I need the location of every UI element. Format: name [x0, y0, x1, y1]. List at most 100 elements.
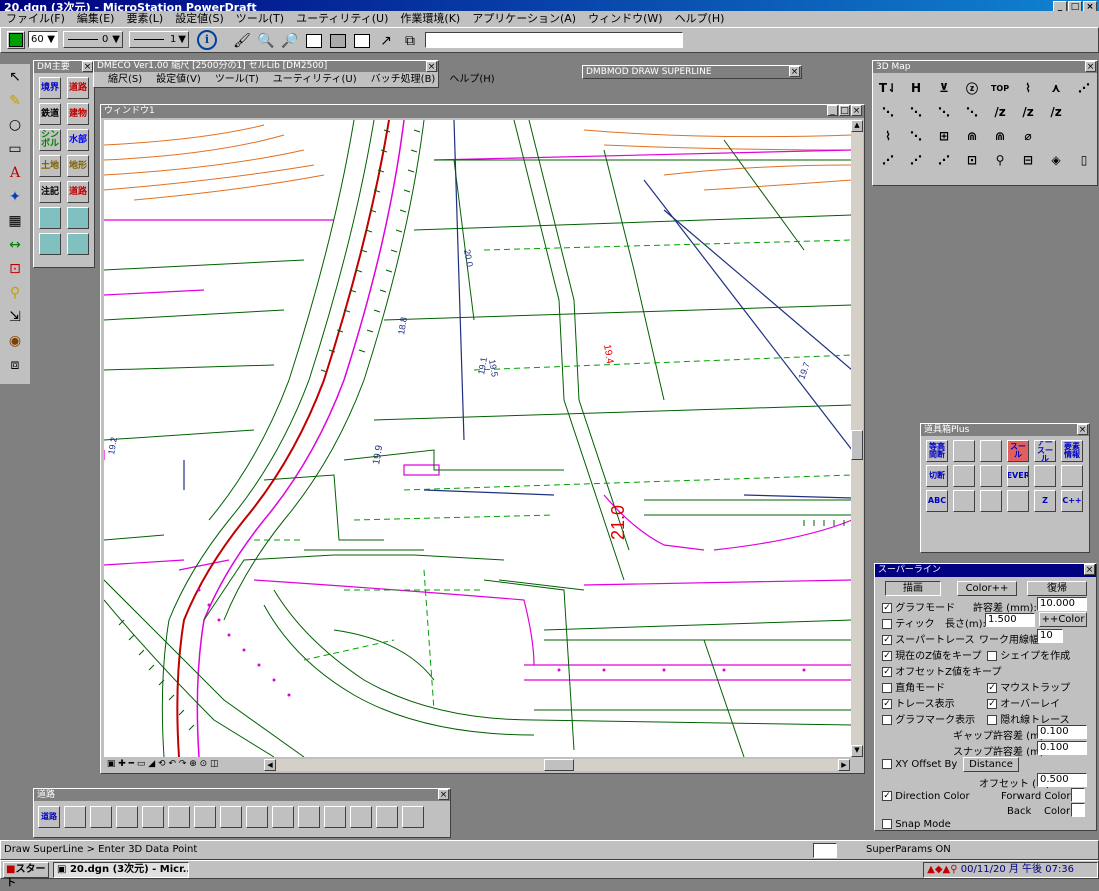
- menu-item[interactable]: アプリケーション(A): [472, 11, 576, 27]
- dm-tool-button[interactable]: 土地: [39, 155, 61, 177]
- dm-tool-button[interactable]: 境界: [39, 77, 61, 99]
- forward-color-swatch[interactable]: [1071, 788, 1085, 802]
- reset-button[interactable]: 復帰: [1027, 581, 1087, 596]
- map3d-tool-icon[interactable]: ⊟: [1017, 149, 1039, 171]
- map3d-tool-icon[interactable]: ⋱: [877, 101, 899, 123]
- dm-tool-button[interactable]: 鉄道: [39, 103, 61, 125]
- close-icon[interactable]: ×: [1085, 61, 1096, 72]
- road-tool-button[interactable]: [350, 806, 372, 828]
- dogu-tool-button[interactable]: [980, 440, 1002, 462]
- map3d-tool-icon[interactable]: TOP: [989, 77, 1011, 99]
- map3d-tool-icon[interactable]: /z: [1017, 101, 1039, 123]
- menu-item[interactable]: 編集(E): [77, 11, 115, 27]
- work-width-input[interactable]: 10: [1037, 629, 1063, 643]
- map3d-tool-icon[interactable]: ▯: [1073, 149, 1095, 171]
- view-icon[interactable]: [351, 30, 373, 52]
- dogu-tool-button[interactable]: C++: [1061, 490, 1083, 512]
- road-tool-button[interactable]: [90, 806, 112, 828]
- modify-icon[interactable]: ⊡: [4, 258, 26, 280]
- dm-tool-button[interactable]: 道路: [67, 181, 89, 203]
- change-icon[interactable]: ⧈: [4, 354, 26, 376]
- dm-tool-button[interactable]: 水部: [67, 129, 89, 151]
- map3d-tool-icon[interactable]: ⋱: [905, 125, 927, 147]
- dm-tool-button[interactable]: [67, 233, 89, 255]
- horizontal-scrollbar[interactable]: ◀ ▶: [264, 759, 850, 771]
- map3d-tool-icon[interactable]: ⋱: [905, 101, 927, 123]
- road-tool-button[interactable]: [220, 806, 242, 828]
- manipulate-icon[interactable]: ⚲: [4, 282, 26, 304]
- close-icon[interactable]: ×: [426, 61, 437, 72]
- snap-tolerance-input[interactable]: 0.100: [1037, 741, 1087, 755]
- fit-view-icon[interactable]: [327, 30, 349, 52]
- map3d-tool-icon[interactable]: /z: [989, 101, 1011, 123]
- dogu-tool-button[interactable]: [1061, 465, 1083, 487]
- dmeco-menu-item[interactable]: バッチ処理(B): [371, 72, 436, 87]
- key-in-field[interactable]: [425, 32, 683, 48]
- rectangle-icon[interactable]: ▭: [4, 138, 26, 160]
- graph-mark-row[interactable]: グラフマーク表示: [882, 711, 975, 726]
- zoom-in-icon[interactable]: 🔍: [255, 30, 277, 52]
- close-icon[interactable]: ×: [1084, 564, 1095, 575]
- map3d-tool-icon[interactable]: ⋒: [961, 125, 983, 147]
- map3d-tool-icon[interactable]: ◈: [1045, 149, 1067, 171]
- horizontal-scroll-thumb[interactable]: [544, 759, 574, 771]
- vertical-scrollbar[interactable]: ▲ ▼: [851, 120, 863, 757]
- dogu-tool-button[interactable]: [980, 465, 1002, 487]
- dmeco-menu-item[interactable]: ツール(T): [215, 72, 259, 87]
- length-input[interactable]: 1.500: [985, 613, 1035, 627]
- back-color-swatch[interactable]: [1071, 803, 1085, 817]
- map3d-tool-icon[interactable]: ⋰: [877, 149, 899, 171]
- menu-item[interactable]: ウィンドウ(W): [588, 11, 662, 27]
- measure-icon[interactable]: ↔: [4, 234, 26, 256]
- super-trace-row[interactable]: ✓ スーパートレース: [882, 631, 975, 646]
- pan-icon[interactable]: ↗: [375, 30, 397, 52]
- map3d-tool-icon[interactable]: /z: [1045, 101, 1067, 123]
- paint-icon[interactable]: 🖌: [231, 30, 253, 52]
- graph-mode-row[interactable]: ✓ グラフモード: [882, 599, 955, 614]
- mouse-trap-row[interactable]: ✓ マウストラップ: [987, 679, 1070, 694]
- line-style-select[interactable]: 0 ▼: [63, 31, 123, 48]
- xy-offset-row[interactable]: XY Offset By: [882, 759, 957, 770]
- right-angle-row[interactable]: 直角モード: [882, 679, 945, 694]
- map3d-tool-icon[interactable]: ⋰: [933, 149, 955, 171]
- menu-item[interactable]: 作業環境(K): [400, 11, 460, 27]
- start-button[interactable]: ■スタート: [3, 862, 49, 889]
- color-plus-button[interactable]: Color++: [957, 581, 1017, 596]
- menu-item[interactable]: 設定値(S): [175, 11, 224, 27]
- taskbar-task-button[interactable]: ▣ 20.dgn (3次元) - Micr...: [53, 862, 189, 878]
- line-weight-select[interactable]: 1 ▼: [129, 31, 189, 48]
- menu-item[interactable]: 要素(L): [126, 11, 163, 27]
- close-icon[interactable]: ×: [851, 105, 862, 116]
- menu-item[interactable]: ヘルプ(H): [675, 11, 725, 27]
- view-control-icons[interactable]: ▣ ✚ ━ ▭ ◢ ⟲ ↶ ↷ ⊕ ⊙ ◫: [104, 759, 219, 769]
- map3d-tool-icon[interactable]: [1073, 101, 1095, 123]
- road-tool-button[interactable]: [246, 806, 268, 828]
- road-tool-button[interactable]: [116, 806, 138, 828]
- map3d-tool-icon[interactable]: ⋱: [961, 101, 983, 123]
- road-tool-button[interactable]: [194, 806, 216, 828]
- zoom-out-icon[interactable]: 🔎: [279, 30, 301, 52]
- map3d-tool-icon[interactable]: ⌇: [877, 125, 899, 147]
- menu-item[interactable]: ツール(T): [236, 11, 284, 27]
- road-tool-button[interactable]: [402, 806, 424, 828]
- dogu-tool-button[interactable]: [953, 490, 975, 512]
- map3d-tool-icon[interactable]: ⋰: [1073, 77, 1095, 99]
- dmeco-menu-item[interactable]: 縮尺(S): [108, 72, 142, 87]
- map3d-tool-icon[interactable]: [1073, 125, 1095, 147]
- map3d-tool-icon[interactable]: ⊻: [933, 77, 955, 99]
- close-icon[interactable]: ×: [82, 61, 93, 72]
- road-tool-button[interactable]: [168, 806, 190, 828]
- dogu-tool-button[interactable]: [1007, 490, 1029, 512]
- road-tool-button[interactable]: 道路: [38, 806, 60, 828]
- dm-tool-button[interactable]: 注記: [39, 181, 61, 203]
- map3d-tool-icon[interactable]: [1045, 125, 1067, 147]
- dogu-tool-button[interactable]: 切断: [926, 465, 948, 487]
- offset-input[interactable]: 0.500: [1037, 773, 1087, 787]
- text-icon[interactable]: A: [4, 162, 26, 184]
- map3d-tool-icon[interactable]: T⇃: [877, 77, 899, 99]
- maximize-icon[interactable]: □: [839, 105, 850, 116]
- select-icon[interactable]: ↖: [4, 66, 26, 88]
- map3d-tool-icon[interactable]: ⋏: [1045, 77, 1067, 99]
- dogu-tool-button[interactable]: [953, 440, 975, 462]
- copy-view-icon[interactable]: ⧉: [399, 30, 421, 52]
